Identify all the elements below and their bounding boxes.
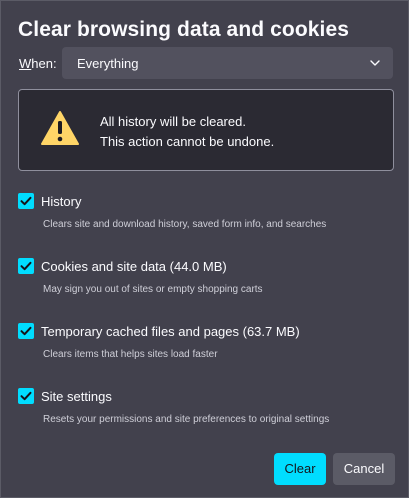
clear-data-dialog: Clear browsing data and cookies When: Ev…: [0, 0, 409, 498]
warning-triangle-icon: [41, 111, 79, 145]
cookies-checkbox[interactable]: [18, 258, 34, 274]
option-history: History Clears site and download history…: [18, 193, 388, 243]
time-range-select[interactable]: Everything: [62, 47, 393, 79]
dialog-title: Clear browsing data and cookies: [18, 18, 350, 41]
history-label[interactable]: History: [41, 194, 81, 209]
option-cookies: Cookies and site data (44.0 MB) May sign…: [18, 258, 388, 308]
when-label-accesskey: W: [19, 56, 32, 71]
history-description: Clears site and download history, saved …: [43, 219, 327, 230]
warning-line-2: This action cannot be undone.: [100, 134, 275, 149]
cookies-description: May sign you out of sites or empty shopp…: [43, 284, 263, 295]
cancel-button[interactable]: Cancel: [333, 453, 395, 485]
site-settings-description: Resets your permissions and site prefere…: [43, 414, 330, 425]
chevron-down-icon: [370, 60, 380, 66]
when-label-text: hen:: [31, 56, 57, 71]
option-site-settings: Site settings Resets your permissions an…: [18, 388, 388, 438]
site-settings-label[interactable]: Site settings: [41, 389, 112, 404]
checkmark-icon: [20, 326, 32, 336]
time-range-value: Everything: [77, 56, 139, 71]
cookies-label[interactable]: Cookies and site data (44.0 MB): [41, 259, 227, 274]
checkmark-icon: [20, 261, 32, 271]
cache-checkbox[interactable]: [18, 323, 34, 339]
warning-box: All history will be cleared. This action…: [18, 89, 394, 171]
warning-line-1: All history will be cleared.: [100, 114, 246, 129]
checkmark-icon: [20, 391, 32, 401]
clear-button[interactable]: Clear: [274, 453, 326, 485]
checkmark-icon: [20, 196, 32, 206]
cache-description: Clears items that helps sites load faste…: [43, 349, 218, 360]
cache-label[interactable]: Temporary cached files and pages (63.7 M…: [41, 324, 300, 339]
history-checkbox[interactable]: [18, 193, 34, 209]
when-label: When:: [19, 56, 57, 71]
site-settings-checkbox[interactable]: [18, 388, 34, 404]
option-cache: Temporary cached files and pages (63.7 M…: [18, 323, 388, 373]
